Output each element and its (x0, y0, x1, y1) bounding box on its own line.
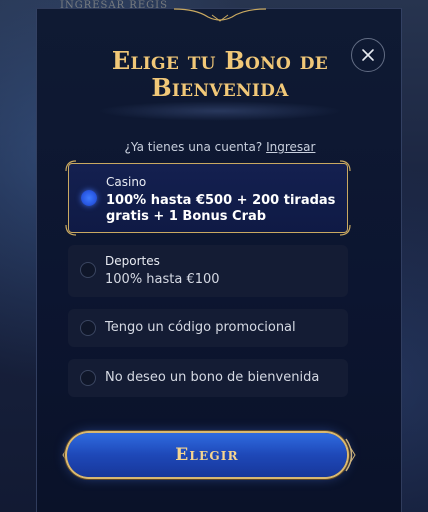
option-casino[interactable]: Casino 100% hasta €500 + 200 tiradas gra… (65, 160, 351, 236)
title-glow (97, 101, 343, 121)
modal-title: Elige tu Bono de Bienvenida (37, 47, 403, 101)
option-line-1: 100% hasta €500 + 200 tiradas (106, 193, 336, 208)
elegir-button[interactable]: Elegir (67, 433, 347, 477)
option-category: Casino (106, 175, 147, 189)
corner-ornament-icon (65, 160, 77, 172)
top-ornament-icon (173, 8, 267, 22)
option-promo-code[interactable]: Tengo un código promocional (68, 309, 348, 347)
login-link[interactable]: Ingresar (266, 140, 315, 154)
option-deportes[interactable]: Deportes 100% hasta €100 (68, 245, 348, 297)
button-wing-right-icon (345, 438, 356, 472)
option-label: Tengo un código promocional (105, 320, 296, 335)
option-line-1: 100% hasta €100 (105, 272, 220, 287)
option-category: Deportes (105, 254, 160, 268)
option-no-bonus[interactable]: No deseo un bono de bienvenida (68, 359, 348, 397)
account-prompt-text: ¿Ya tienes una cuenta? (124, 140, 263, 154)
corner-ornament-icon (339, 160, 351, 172)
corner-ornament-icon (339, 224, 351, 236)
option-label: No deseo un bono de bienvenida (105, 370, 320, 385)
account-prompt-line: ¿Ya tienes una cuenta? Ingresar (37, 140, 403, 154)
corner-ornament-icon (65, 224, 77, 236)
title-line-1: Elige tu Bono de (111, 46, 329, 75)
radio-promo-code[interactable] (80, 320, 96, 336)
bonus-modal: Elige tu Bono de Bienvenida ¿Ya tienes u… (36, 8, 402, 512)
elegir-button-label: Elegir (175, 445, 239, 465)
radio-no-bonus[interactable] (80, 370, 96, 386)
title-line-2: Bienvenida (151, 73, 289, 102)
radio-deportes[interactable] (80, 262, 96, 278)
option-line-2: gratis + 1 Bonus Crab (106, 209, 267, 224)
radio-casino[interactable] (81, 190, 97, 206)
